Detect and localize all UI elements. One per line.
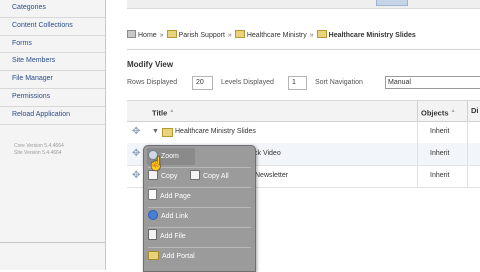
breadcrumb-divider: [127, 49, 480, 50]
column-divider: [417, 101, 418, 121]
breadcrumb: Home» Parish Support» Healthcare Ministry»…: [127, 28, 480, 44]
version-info: Core Version 5.4.4664 Site Version 5.4.4…: [0, 143, 105, 157]
folder-icon: [162, 128, 173, 137]
breadcrumb-separator: »: [227, 32, 232, 39]
sort-icon: ▲: [450, 108, 456, 114]
rows-displayed-label: Rows Displayed: [127, 79, 178, 86]
row-objects: Inherit: [430, 172, 450, 179]
column-objects[interactable]: Objects ▲: [421, 101, 456, 121]
menu-item-add-link[interactable]: Add Link: [148, 208, 188, 226]
admin-sidebar: Categories Content Collections Forms Sit…: [0, 0, 106, 270]
row-title[interactable]: Healthcare Ministry Slides: [175, 121, 256, 143]
drag-handle-icon[interactable]: ✥: [132, 171, 142, 181]
breadcrumb-separator: »: [159, 32, 164, 39]
drag-handle-icon[interactable]: ✥: [132, 127, 142, 137]
menu-item-add-portal[interactable]: Add Portal: [148, 248, 195, 266]
row-objects: Inherit: [430, 128, 450, 135]
sidebar-item-permissions[interactable]: Permissions: [0, 88, 105, 107]
top-search-button[interactable]: [376, 0, 408, 6]
folder-icon: [316, 30, 327, 38]
file-icon: [148, 229, 157, 240]
expand-chevron-icon[interactable]: ▼: [152, 121, 159, 143]
sort-navigation-label: Sort Navigation: [315, 79, 363, 86]
menu-item-copy-all[interactable]: Copy All: [190, 168, 229, 186]
column-di[interactable]: Di: [471, 101, 479, 121]
hand-cursor-icon: ☝: [148, 156, 165, 171]
sort-icon: ▲: [169, 108, 175, 114]
folder-icon: [148, 251, 159, 260]
column-divider: [417, 165, 418, 187]
table-row[interactable]: ✥ ▼ Healthcare Ministry Slides Inherit: [127, 121, 480, 144]
levels-displayed-label: Levels Displayed: [221, 79, 274, 86]
row-objects: Inherit: [430, 150, 450, 157]
menu-item-add-page[interactable]: Add Page: [148, 188, 191, 206]
rows-displayed-input[interactable]: 20: [192, 76, 213, 90]
sidebar-divider: [0, 242, 105, 243]
breadcrumb-home[interactable]: Home: [138, 32, 157, 39]
sidebar-item-file-manager[interactable]: File Manager: [0, 71, 105, 89]
column-divider: [467, 101, 468, 121]
breadcrumb-parish-support[interactable]: Parish Support: [179, 32, 225, 39]
breadcrumb-separator: »: [309, 32, 314, 39]
link-icon: [148, 210, 158, 220]
drag-handle-icon[interactable]: ✥: [132, 149, 142, 159]
home-icon: [127, 30, 136, 38]
sidebar-item-forms[interactable]: Forms: [0, 35, 105, 54]
column-divider: [467, 143, 468, 165]
column-divider: [417, 143, 418, 165]
sidebar-item-reload-application[interactable]: Reload Application: [0, 106, 105, 125]
column-title[interactable]: Title ▲: [152, 101, 174, 121]
folder-icon: [234, 30, 245, 38]
table-header: Title ▲ Objects ▲ Di: [127, 100, 480, 122]
breadcrumb-healthcare-ministry[interactable]: Healthcare Ministry: [247, 32, 307, 39]
row-title[interactable]: ck Video: [254, 143, 281, 165]
row-title[interactable]: Newsletter: [255, 165, 288, 187]
sidebar-item-site-members[interactable]: Site Members: [0, 53, 105, 72]
sidebar-item-categories[interactable]: Categories: [0, 0, 105, 18]
folder-icon: [166, 30, 177, 38]
breadcrumb-current: Healthcare Ministry Slides: [328, 32, 416, 39]
top-toolbar: [127, 0, 480, 9]
menu-item-add-file[interactable]: Add File: [148, 228, 186, 246]
column-divider: [467, 121, 468, 143]
column-divider: [417, 121, 418, 143]
levels-displayed-input[interactable]: 1: [288, 76, 307, 90]
column-divider: [467, 165, 468, 187]
sidebar-item-content-collections[interactable]: Content Collections: [0, 17, 105, 36]
copy-icon: [190, 170, 200, 180]
core-version: Core Version 5.4.4664: [14, 142, 64, 149]
sort-navigation-select[interactable]: Manual: [385, 76, 480, 89]
page-icon: [148, 189, 157, 200]
modify-view-title: Modify View: [127, 60, 174, 69]
site-version: Site Version 5.4.4664: [14, 149, 62, 156]
